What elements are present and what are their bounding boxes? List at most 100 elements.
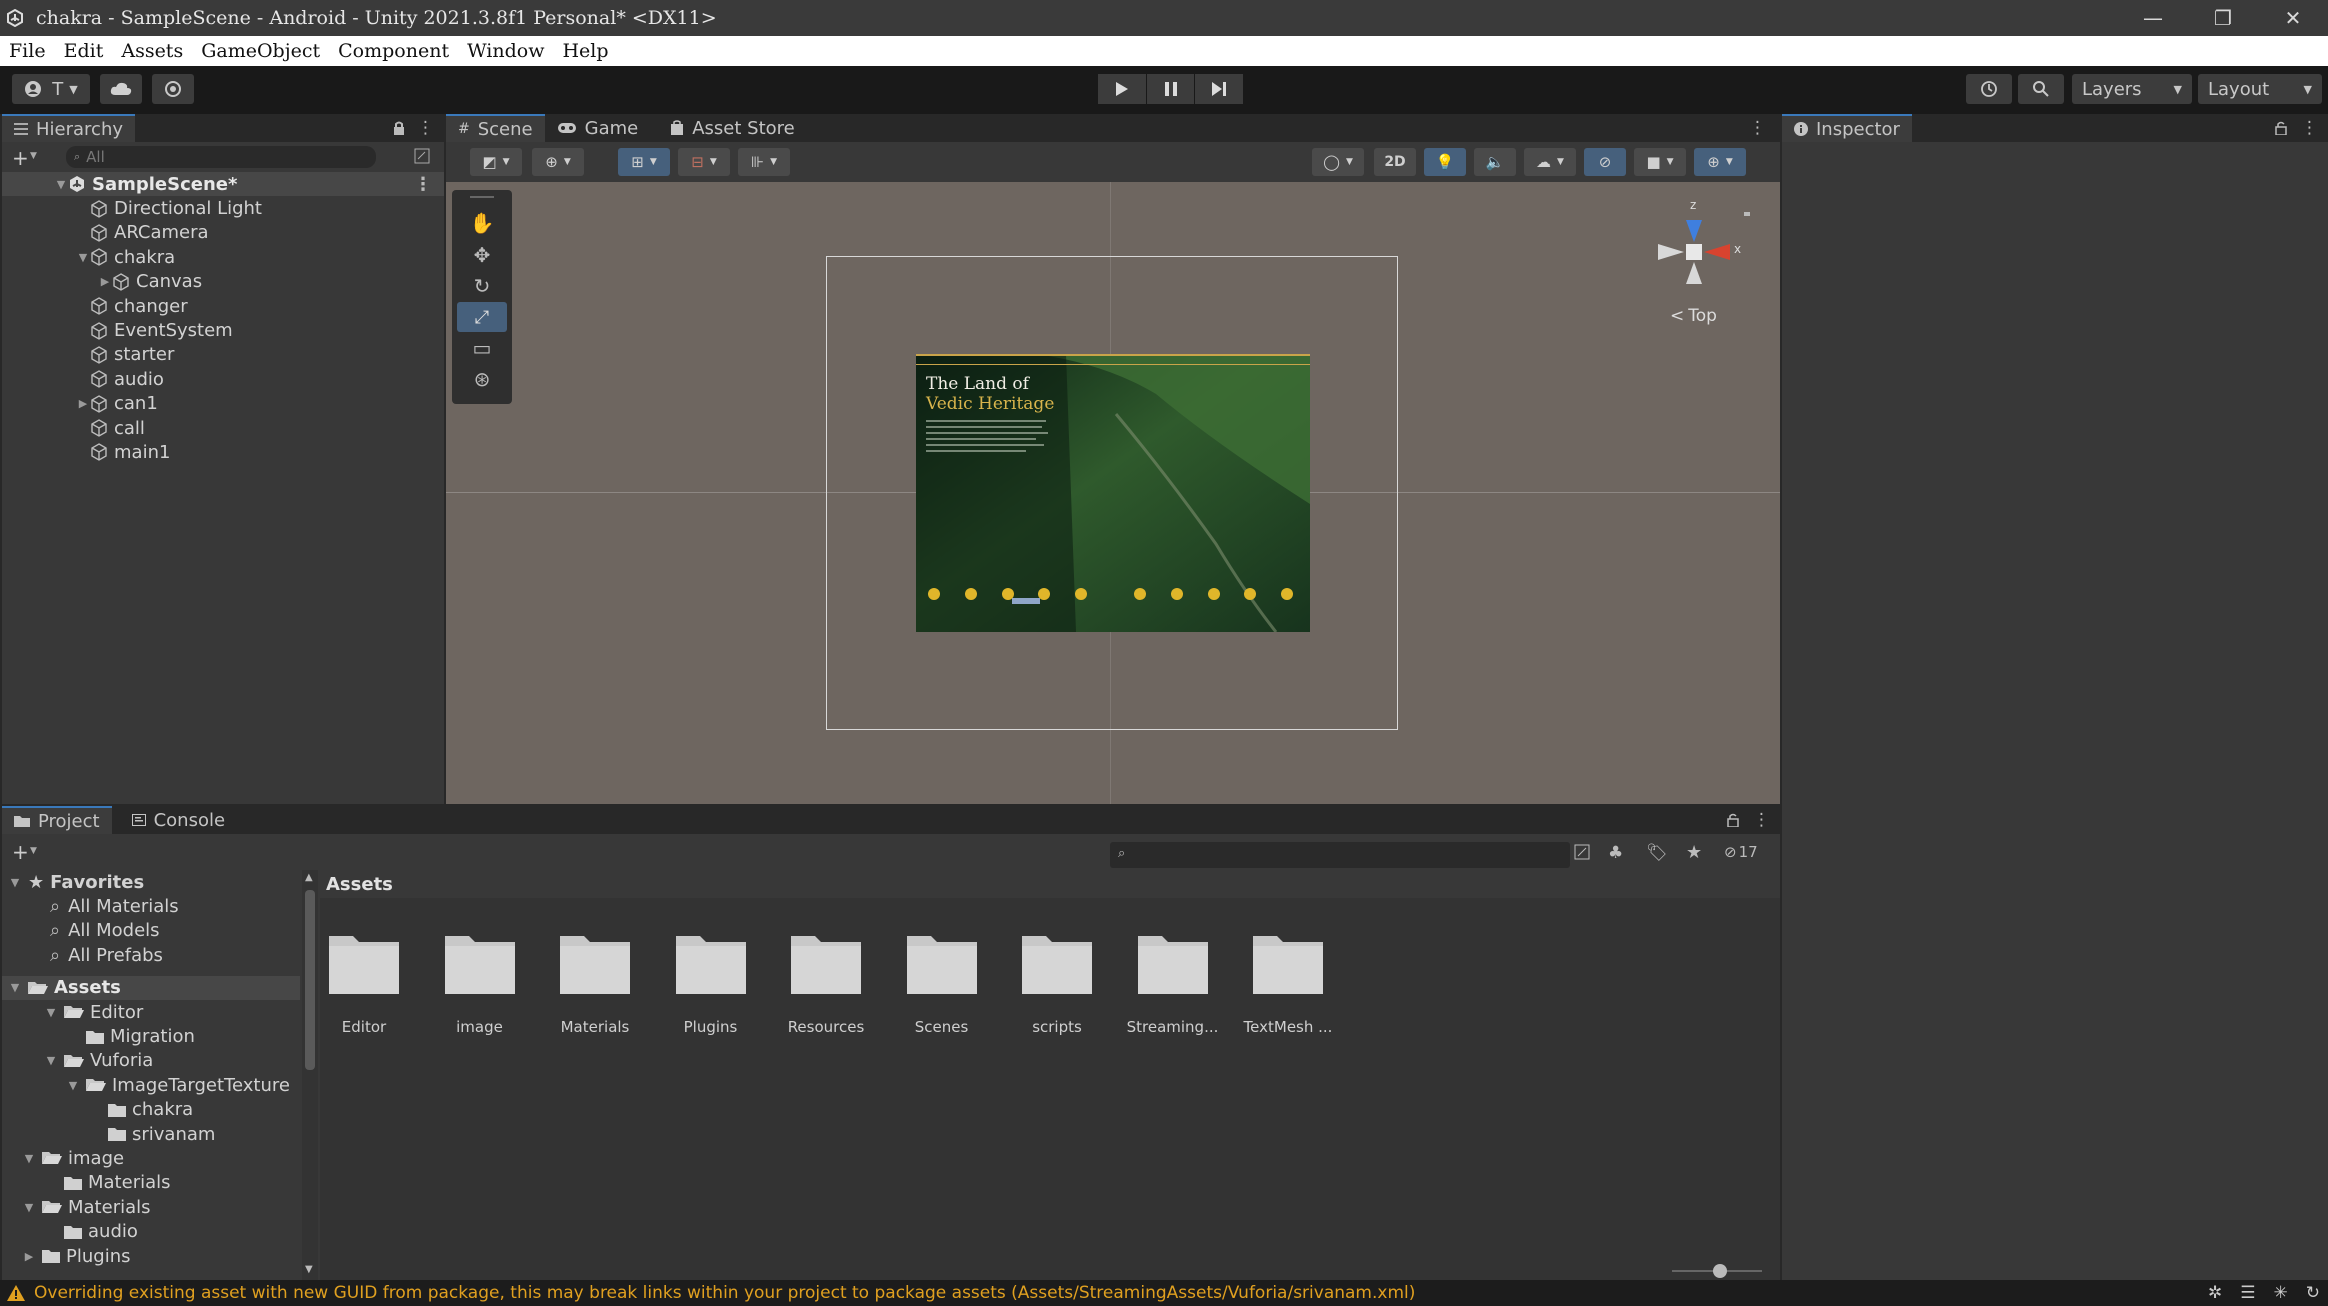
label-tag-icon[interactable]: 🏷 — [1646, 843, 1668, 863]
favorites-row[interactable]: ▼ ★ Favorites — [2, 870, 300, 894]
add-icon[interactable]: + — [12, 840, 29, 864]
scene-row[interactable]: ▼ SampleScene* ⋮ — [2, 172, 444, 197]
expand-arrow-icon[interactable]: ▶ — [22, 1250, 36, 1263]
collab-button[interactable] — [152, 74, 194, 104]
render-mode-dropdown[interactable]: ⊕ ▼ — [532, 148, 584, 176]
project-tree-item[interactable]: audio — [2, 1219, 300, 1243]
kebab-menu-icon[interactable]: ⋮ — [1749, 118, 1766, 138]
tree-scrollbar[interactable]: ▲ ▼ — [302, 870, 318, 1280]
menu-component[interactable]: Component — [329, 40, 458, 62]
project-tree-item[interactable]: Materials — [2, 1171, 300, 1195]
rotate-tool[interactable]: ↻ — [457, 271, 507, 301]
asset-folder[interactable]: Streaming... — [1123, 934, 1223, 1036]
gizmo-sphere-dropdown[interactable]: ◯ ▼ — [1312, 148, 1364, 176]
project-search-input[interactable]: ⌕ — [1110, 842, 1570, 868]
project-tree-item[interactable]: ▶ Plugins — [2, 1244, 300, 1268]
tab-hierarchy[interactable]: Hierarchy — [2, 114, 136, 142]
scroll-up-icon[interactable]: ▲ — [305, 872, 313, 883]
hierarchy-item[interactable]: ARCamera — [2, 221, 444, 245]
project-tree-item[interactable]: ▼ ImageTargetTexture — [2, 1073, 300, 1097]
step-button[interactable] — [1195, 74, 1244, 104]
hand-tool[interactable]: ✋ — [457, 208, 507, 238]
lock-icon[interactable] — [1727, 813, 1739, 827]
asset-folder[interactable]: Plugins — [661, 934, 761, 1036]
draw-mode-dropdown[interactable]: ◩ ▼ — [470, 148, 522, 176]
star-icon[interactable]: ★ — [1686, 842, 1702, 863]
asset-folder[interactable]: Resources — [776, 934, 876, 1036]
expand-arrow-icon[interactable]: ▼ — [22, 1152, 36, 1165]
minimize-button[interactable]: — — [2118, 0, 2188, 36]
project-tree-item[interactable]: Migration — [2, 1024, 300, 1048]
tab-inspector[interactable]: Inspector — [1782, 114, 1912, 142]
expand-arrow-icon[interactable]: ▼ — [54, 178, 68, 191]
gizmos-dropdown[interactable]: ⊕ ▼ — [1694, 148, 1746, 176]
scale-tool[interactable]: ⤢ — [457, 302, 507, 332]
favorite-item[interactable]: ⌕ All Prefabs — [2, 943, 300, 967]
expand-arrow-icon[interactable]: ▶ — [76, 397, 90, 410]
expand-arrow-icon[interactable]: ▼ — [8, 981, 22, 994]
hierarchy-item[interactable]: changer — [2, 294, 444, 318]
search-by-type-icon[interactable] — [1574, 844, 1592, 862]
asset-folder[interactable]: TextMesh ... — [1238, 934, 1338, 1036]
stack-icon[interactable]: ☰ — [2240, 1283, 2255, 1303]
camera-settings-dropdown[interactable]: ■ ▼ — [1634, 148, 1686, 176]
menu-edit[interactable]: Edit — [55, 40, 113, 62]
expand-arrow-icon[interactable]: ▼ — [22, 1201, 36, 1214]
layout-dropdown[interactable]: Layout ▼ — [2198, 74, 2322, 104]
lighting-toggle[interactable]: 💡 — [1424, 148, 1466, 176]
hierarchy-item[interactable]: ▶ can1 — [2, 392, 444, 416]
tab-asset-store[interactable]: Asset Store — [658, 114, 807, 142]
layers-dropdown[interactable]: Layers ▼ — [2072, 74, 2192, 104]
close-button[interactable]: ✕ — [2258, 0, 2328, 36]
debug-icon[interactable]: ✳ — [2274, 1283, 2288, 1303]
hierarchy-item[interactable]: audio — [2, 367, 444, 391]
project-tree-item[interactable]: chakra — [2, 1098, 300, 1122]
canvas-image[interactable]: The Land of Vedic Heritage — [916, 354, 1310, 632]
expand-arrow-icon[interactable]: ▶ — [98, 275, 112, 288]
hierarchy-item[interactable]: ▶ Canvas — [2, 270, 444, 294]
tab-game[interactable]: Game — [545, 114, 651, 142]
move-tool[interactable]: ✥ — [457, 240, 507, 270]
scene-visibility-icon[interactable] — [414, 148, 430, 164]
expand-arrow-icon[interactable]: ▼ — [66, 1079, 80, 1092]
kebab-menu-icon[interactable]: ⋮ — [2301, 118, 2318, 138]
favorite-item[interactable]: ⌕ All Materials — [2, 894, 300, 918]
grid-snap-dropdown[interactable]: ⊞ ▼ — [618, 148, 670, 176]
project-tree-item[interactable]: ▼ Vuforia — [2, 1049, 300, 1073]
grid-visibility-dropdown[interactable]: ⊟ ▼ — [678, 148, 730, 176]
expand-arrow-icon[interactable]: ▼ — [44, 1006, 58, 1019]
cloud-button[interactable] — [100, 74, 142, 104]
zoom-slider-handle[interactable] — [1713, 1264, 1727, 1278]
tab-console[interactable]: Console — [120, 806, 237, 834]
asset-folder[interactable]: image — [430, 934, 530, 1036]
increment-snap-dropdown[interactable]: ⊪ ▼ — [738, 148, 790, 176]
kebab-menu-icon[interactable]: ⋮ — [417, 118, 434, 138]
scene-viewport[interactable]: The Land of Vedic Heritage ✋ ✥ ↻ ⤢ ▭ ⊛ z… — [446, 182, 1780, 804]
transform-tool[interactable]: ⊛ — [457, 364, 507, 394]
tab-project[interactable]: Project — [2, 806, 112, 834]
asset-folder[interactable]: Editor — [314, 934, 414, 1036]
project-tree-item[interactable]: ▼ Materials — [2, 1195, 300, 1219]
menu-gameobject[interactable]: GameObject — [192, 40, 329, 62]
hierarchy-item[interactable]: Directional Light — [2, 196, 444, 220]
kebab-menu-icon[interactable]: ⋮ — [1753, 810, 1770, 830]
refresh-icon[interactable]: ↻ — [2306, 1283, 2320, 1303]
scroll-down-icon[interactable]: ▼ — [305, 1264, 313, 1275]
status-message[interactable]: Overriding existing asset with new GUID … — [34, 1283, 2208, 1303]
lock-icon[interactable] — [393, 121, 405, 135]
kebab-menu-icon[interactable]: ⋮ — [414, 174, 432, 195]
search-button[interactable] — [2018, 74, 2064, 104]
hierarchy-item[interactable]: ▼ chakra — [2, 245, 444, 269]
hierarchy-item[interactable]: EventSystem — [2, 318, 444, 342]
account-dropdown[interactable]: T ▼ — [12, 74, 90, 104]
hidden-packages-toggle[interactable]: ⊘ 17 — [1724, 843, 1758, 861]
project-tree-item[interactable]: srivanam — [2, 1122, 300, 1146]
menu-assets[interactable]: Assets — [112, 40, 192, 62]
project-tree-item[interactable]: ▼ image — [2, 1146, 300, 1170]
play-button[interactable] — [1098, 74, 1146, 104]
hierarchy-item[interactable]: starter — [2, 343, 444, 367]
orientation-gizmo[interactable]: z x < Top — [1646, 198, 1756, 328]
hierarchy-item[interactable]: call — [2, 416, 444, 440]
expand-arrow-icon[interactable]: ▼ — [44, 1054, 58, 1067]
hierarchy-item[interactable]: main1 — [2, 440, 444, 464]
